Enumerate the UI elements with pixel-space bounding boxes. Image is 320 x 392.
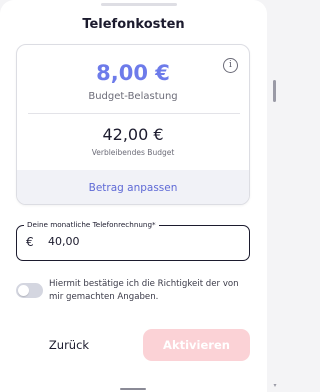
home-indicator [120,388,146,390]
budget-card: i 8,00 € Budget-Belastung 42,00 € Verble… [16,44,250,205]
remaining-budget-label: Verbleibendes Budget [91,148,175,157]
budget-label: Budget-Belastung [88,91,178,102]
phone-bill-label: Deine monatliche Telefonrechnung* [24,220,159,229]
consent-toggle[interactable] [16,283,43,298]
remaining-budget-value: 42,00 € [102,125,164,144]
arrow-down-icon[interactable]: ▾ [272,383,278,389]
adjust-amount-button[interactable]: Betrag anpassen [17,170,249,204]
modal-title: Telefonkosten [82,17,185,32]
phone-bill-value[interactable]: 40,00 [48,235,80,248]
budget-value: 8,00 € [96,61,170,85]
activate-button[interactable]: Aktivieren [143,329,250,361]
scrollbar[interactable] [270,0,280,392]
telefonkosten-modal: Telefonkosten i 8,00 € Budget-Belastung … [0,0,267,392]
consent-text: Hiermit bestätige ich die Richtigkeit de… [49,279,239,302]
scrollbar-thumb[interactable] [273,80,276,102]
back-button[interactable]: Zurück [38,332,100,358]
adjust-bar: Betrag anpassen [17,170,249,204]
drag-handle[interactable] [101,3,177,6]
divider [28,113,240,114]
currency-symbol: € [26,235,34,249]
toggle-knob [18,285,29,296]
